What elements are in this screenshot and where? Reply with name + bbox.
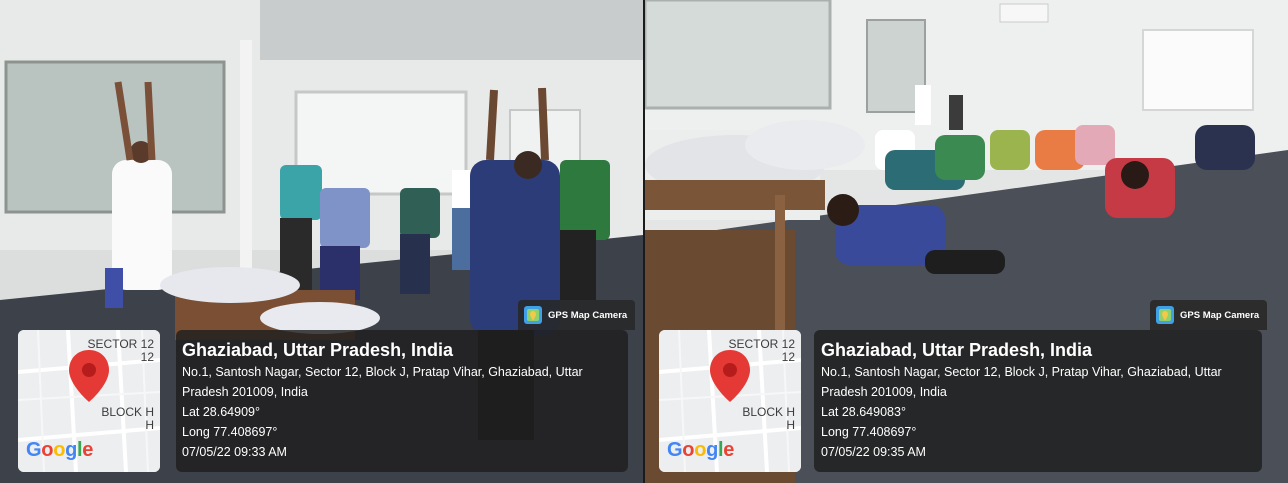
location-address: No.1, Santosh Nagar, Sector 12, Block J,… <box>821 365 1222 399</box>
map-label-block: BLOCK H H <box>101 405 154 432</box>
map-thumbnail: SECTOR 12 12 BLOCK H H Google <box>659 330 801 472</box>
location-datetime: 07/05/22 09:35 AM <box>821 445 926 459</box>
gps-map-camera-badge: GPS Map Camera <box>518 300 636 330</box>
location-address: No.1, Santosh Nagar, Sector 12, Block J,… <box>182 365 583 399</box>
badge-label: GPS Map Camera <box>548 309 628 321</box>
gps-map-camera-badge: GPS Map Camera <box>1150 300 1268 330</box>
map-label-sector: SECTOR 12 12 <box>728 337 795 364</box>
google-logo: Google <box>667 439 735 461</box>
location-datetime: 07/05/22 09:33 AM <box>182 445 287 459</box>
location-latitude: Lat 28.649083° <box>821 405 906 419</box>
location-stamp-text: Ghaziabad, Uttar Pradesh, India No.1, Sa… <box>821 338 1261 462</box>
location-longitude: Long 77.408697° <box>182 425 278 439</box>
google-logo: Google <box>26 439 94 461</box>
map-label-block: BLOCK H H <box>742 405 795 432</box>
map-label-sector: SECTOR 12 12 <box>87 337 154 364</box>
badge-label: GPS Map Camera <box>1180 309 1260 321</box>
location-latitude: Lat 28.64909° <box>182 405 260 419</box>
location-stamp-text: Ghaziabad, Uttar Pradesh, India No.1, Sa… <box>182 338 622 462</box>
photo-left: GPS Map Camera SECTOR 12 12 BLOCK H H Go… <box>0 0 643 483</box>
gps-map-camera-icon <box>524 306 542 324</box>
map-thumbnail: SECTOR 12 12 BLOCK H H Google <box>18 330 160 472</box>
gps-map-camera-icon <box>1156 306 1174 324</box>
location-city: Ghaziabad, Uttar Pradesh, India <box>821 340 1093 360</box>
location-longitude: Long 77.408697° <box>821 425 917 439</box>
photo-right: GPS Map Camera SECTOR 12 12 BLOCK H H Go… <box>645 0 1288 483</box>
location-city: Ghaziabad, Uttar Pradesh, India <box>182 340 454 360</box>
